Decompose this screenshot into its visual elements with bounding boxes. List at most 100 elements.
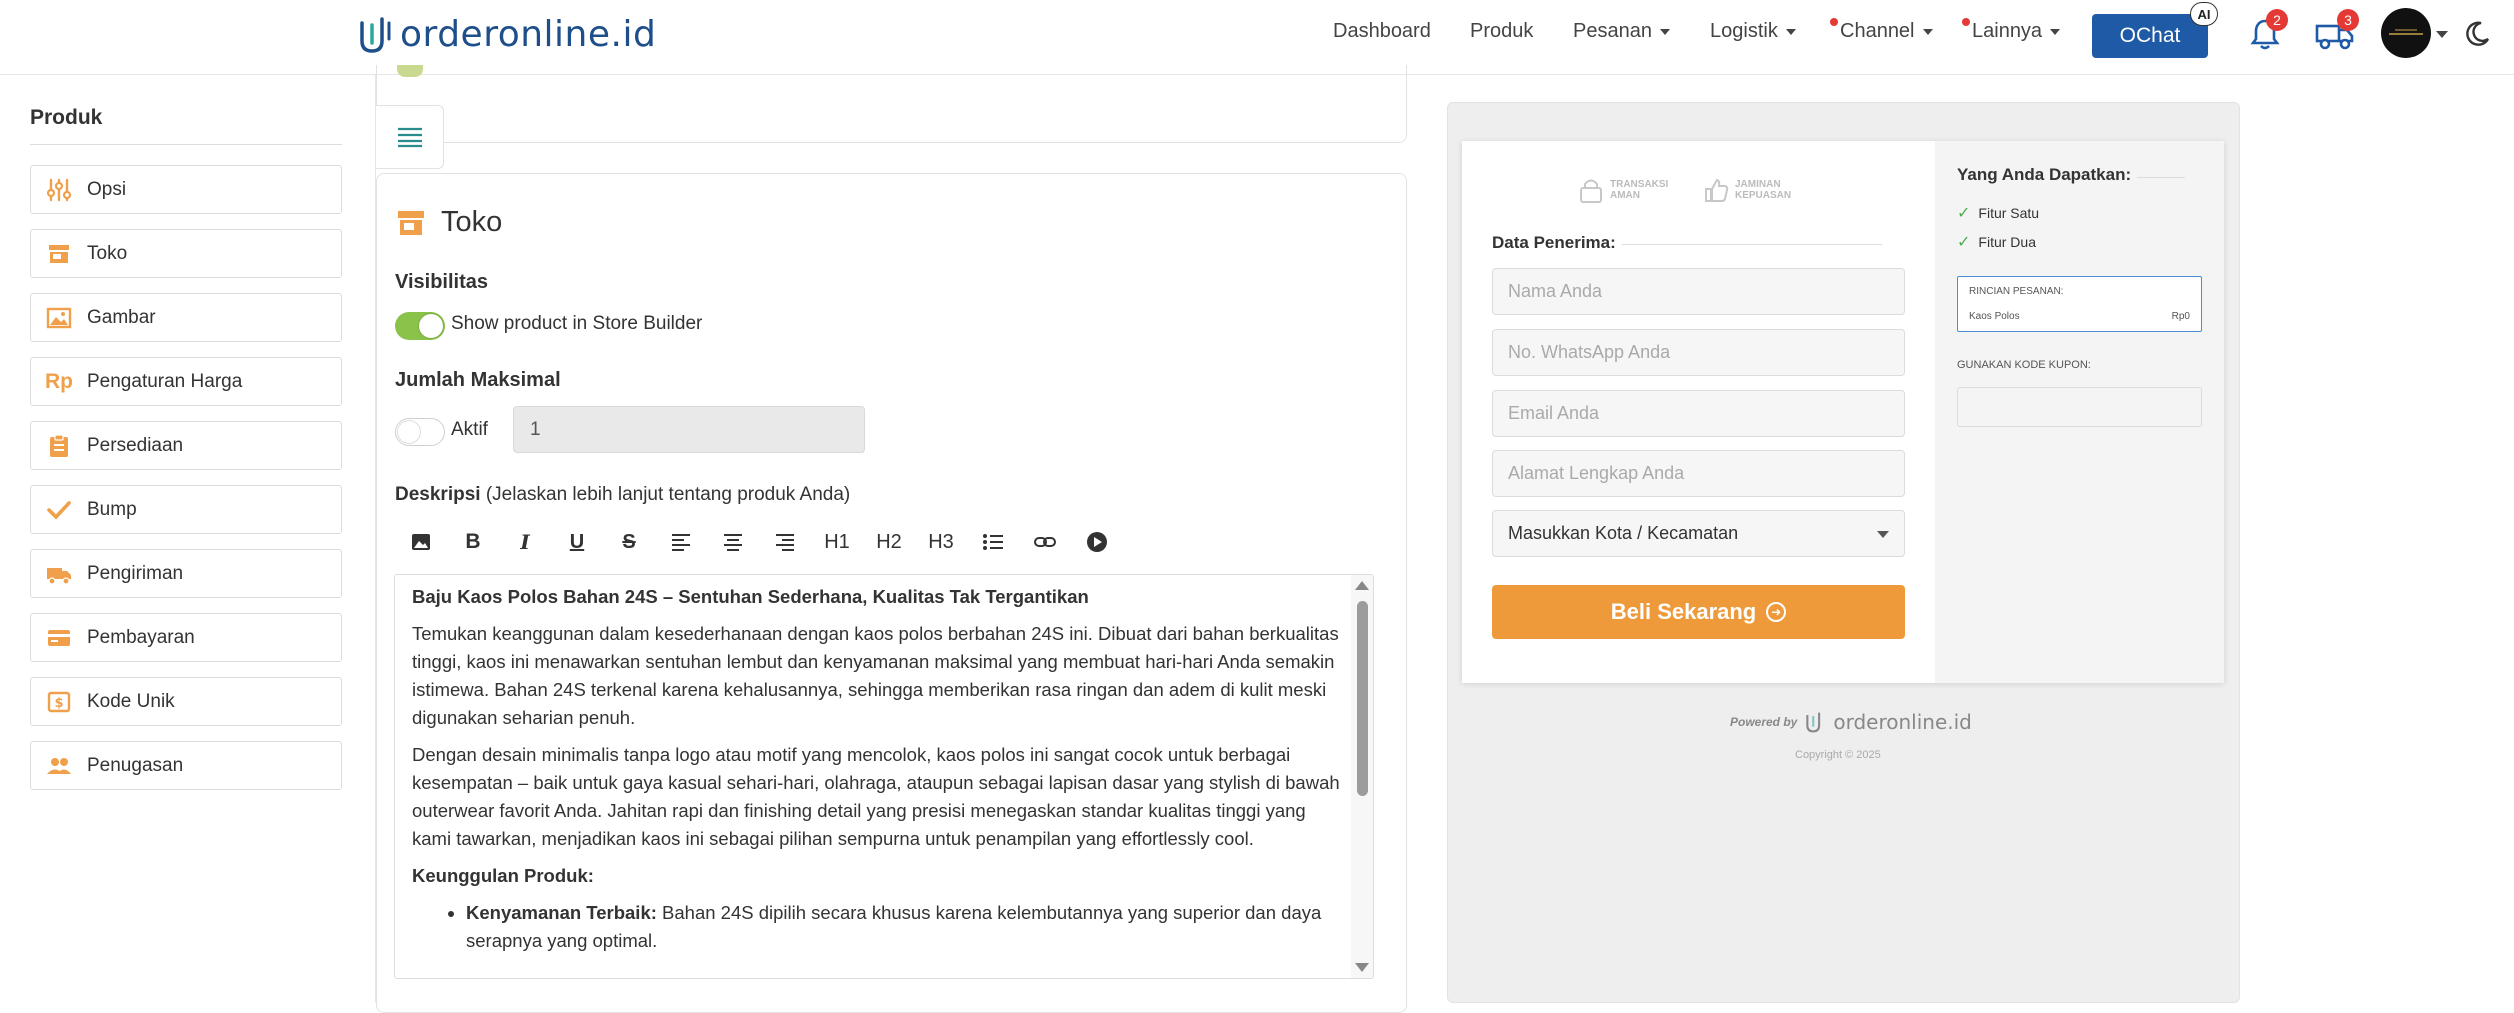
scroll-thumb[interactable] [1357,601,1368,796]
section-title: Toko [441,206,503,238]
align-left-button[interactable] [655,524,707,560]
powered-by: Powered by orderonline.id [1730,710,1972,734]
check-icon: ✓ [1957,234,1971,251]
lock-icon [1580,179,1602,203]
store-icon [45,240,73,268]
sidebar-item-pembayaran[interactable]: Pembayaran [30,613,342,662]
check-icon: ✓ [1957,205,1971,222]
nav-pesanan[interactable]: Pesanan [1573,20,1670,43]
feature-item: ✓ Fitur Satu [1957,203,2039,223]
city-district-select[interactable]: Masukkan Kota / Kecamatan [1492,510,1905,557]
sidebar-item-opsi[interactable]: Opsi [30,165,342,214]
align-right-button[interactable] [759,524,811,560]
dark-mode-moon-icon[interactable] [2463,20,2491,53]
sidebar-item-kode-unik[interactable]: $ Kode Unik [30,677,342,726]
whatsapp-placeholder: No. WhatsApp Anda [1508,342,1671,362]
sidebar-item-label: Persediaan [87,434,184,456]
heading1-button[interactable]: H1 [811,524,863,560]
sidebar-item-gambar[interactable]: Gambar [30,293,342,342]
avatar[interactable] [2381,8,2431,58]
description-hint: (Jelaskan lebih lanjut tentang produk An… [485,484,851,505]
nav-dashboard[interactable]: Dashboard [1333,20,1431,43]
logo-text: orderonline.id [400,14,657,55]
sidebar-item-pengiriman[interactable]: Pengiriman [30,549,342,598]
section-menu-button[interactable] [376,105,444,169]
scroll-up-icon[interactable] [1355,581,1369,590]
divider [1622,244,1882,245]
editor-scrollbar[interactable] [1351,575,1373,978]
align-right-icon [776,534,794,551]
max-toggle-text: Aktif [451,419,488,440]
coupon-label: GUNAKAN KODE KUPON: [1957,359,2091,371]
coupon-input[interactable] [1957,387,2202,427]
align-center-button[interactable] [707,524,759,560]
nav-label: Channel [1840,20,1915,42]
nav-produk[interactable]: Produk [1470,20,1533,43]
max-quantity-input[interactable]: 1 [513,406,865,453]
nav-channel[interactable]: Channel [1840,20,1933,43]
order-summary-title: RINCIAN PESANAN: [1969,286,2064,297]
whatsapp-field[interactable]: No. WhatsApp Anda [1492,329,1905,376]
feature-item: ✓ Fitur Dua [1957,232,2036,252]
sidebar-item-bump[interactable]: Bump [30,485,342,534]
image-icon [412,534,430,550]
buy-now-button[interactable]: Beli Sekarang ➜ [1492,585,1905,639]
caret-down-icon [2050,28,2061,35]
insert-video-button[interactable] [1071,524,1123,560]
toko-section-card: Toko Visibilitas Show product in Store B… [376,173,1407,1013]
editor-toolbar: B I U S H1 H2 H3 [395,524,1123,560]
email-field[interactable]: Email Anda [1492,390,1905,437]
nav-label: Lainnya [1972,20,2043,42]
sidebar-item-toko[interactable]: Toko [30,229,342,278]
ochat-button[interactable]: OChat [2092,14,2208,58]
italic-icon: I [520,530,530,554]
heading2-button[interactable]: H2 [863,524,915,560]
logo-icon [360,16,391,53]
nav-label: Logistik [1710,20,1778,42]
rp-icon: Rp [45,369,73,393]
strikethrough-button[interactable]: S [603,524,655,560]
satisfaction-guarantee-badge: JAMINAN KEPUASAN [1703,176,1791,204]
editor-heading: Baju Kaos Polos Bahan 24S – Sentuhan Sed… [412,586,1089,607]
name-placeholder: Nama Anda [1508,281,1603,301]
nav-label: Produk [1470,20,1534,42]
description-editor[interactable]: Baju Kaos Polos Bahan 24S – Sentuhan Sed… [394,574,1374,979]
partial-toggle[interactable] [397,65,423,77]
nav-logistik[interactable]: Logistik [1710,20,1796,43]
ai-badge: AI [2190,2,2218,26]
link-button[interactable] [1019,524,1071,560]
sliders-icon [45,176,73,204]
italic-button[interactable]: I [499,524,551,560]
sidebar-item-persediaan[interactable]: Persediaan [30,421,342,470]
heading1-label: H1 [824,530,850,553]
scroll-down-icon[interactable] [1355,963,1369,972]
address-field[interactable]: Alamat Lengkap Anda [1492,450,1905,497]
sidebar-item-label: Pembayaran [87,626,195,648]
underline-button[interactable]: U [551,524,603,560]
align-left-icon [672,534,690,551]
avatar-caret-icon[interactable] [2436,31,2448,38]
store-builder-visibility-toggle[interactable] [395,312,445,340]
insert-image-button[interactable] [395,524,447,560]
heading3-button[interactable]: H3 [915,524,967,560]
feature-text: Fitur Satu [1978,205,2040,221]
nav-lainnya[interactable]: Lainnya [1972,20,2061,43]
logo-icon [1806,712,1821,733]
max-quantity-toggle[interactable] [395,418,445,446]
brand-logo[interactable]: orderonline.id [358,14,656,55]
sidebar-item-pengaturan-harga[interactable]: Rp Pengaturan Harga [30,357,342,406]
bold-button[interactable]: B [447,524,499,560]
description-label-row: Deskripsi (Jelaskan lebih lanjut tentang… [395,484,850,506]
feature-text: Fitur Dua [1978,234,2036,250]
buy-label: Beli Sekarang [1610,599,1757,624]
sidebar-item-label: Penugasan [87,754,184,776]
name-field[interactable]: Nama Anda [1492,268,1905,315]
editor-bullet-list: Kenyamanan Terbaik: Bahan 24S dipilih se… [466,899,1342,955]
recipient-data-label: Data Penerima: [1492,233,1616,252]
order-item-name: Kaos Polos [1969,311,2020,322]
sidebar-item-penugasan[interactable]: Penugasan [30,741,342,790]
bullet-list-button[interactable] [967,524,1019,560]
benefits-title: Yang Anda Dapatkan: [1957,165,2132,184]
people-icon [45,752,73,780]
sidebar-item-label: Toko [87,242,128,264]
